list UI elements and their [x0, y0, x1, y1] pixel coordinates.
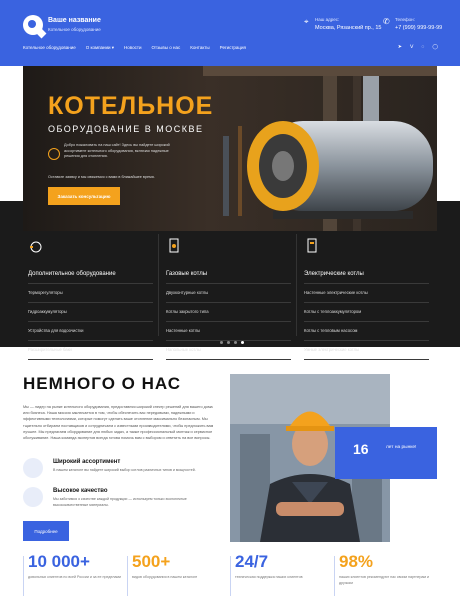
stat-number: 500+	[132, 552, 171, 571]
stat-recommend: 98% наших клиентов рекомендуют нас своим…	[339, 552, 439, 586]
thermostat-icon	[30, 241, 42, 253]
hero-subtitle: ОБОРУДОВАНИЕ В МОСКВЕ	[48, 124, 204, 134]
category-additional: Дополнительное оборудование Терморегулят…	[28, 238, 153, 360]
slider-dot-active[interactable]	[241, 341, 244, 344]
category-item[interactable]: Терморегуляторы	[28, 284, 153, 303]
experience-badge	[335, 427, 437, 479]
category-item[interactable]: Котлы с теплоаккумулятором	[304, 303, 429, 322]
feature-text: Мы заботимся о качестве каждой продукции…	[53, 497, 187, 507]
address-label: Наш адрес:	[315, 17, 340, 22]
nav-item-boilers[interactable]: Котельное оборудование	[23, 45, 76, 51]
hero-description: Добро пожаловать на наш сайт! Здесь вы н…	[64, 143, 170, 158]
category-item[interactable]: Устройства для водоочистки	[28, 322, 153, 341]
whatsapp-icon[interactable]: ◯	[432, 44, 438, 50]
about-text: Мы — лидер на рынке котельного оборудова…	[23, 405, 214, 441]
stat-divider	[230, 556, 231, 596]
logo-icon[interactable]	[23, 15, 43, 35]
quality-icon	[23, 487, 43, 507]
address-value: Москва, Рязанский пр., 15	[315, 25, 382, 31]
main-nav: Котельное оборудование О компании ▾ Ново…	[23, 45, 256, 51]
telegram-icon[interactable]: ➤	[398, 44, 402, 50]
category-item[interactable]: Гидроаккумуляторы	[28, 303, 153, 322]
electric-boiler-icon	[307, 238, 317, 253]
category-electric: Электрические котлы Настенные электричес…	[304, 238, 429, 360]
category-item[interactable]: Умные электрические котлы	[304, 341, 429, 360]
site-name[interactable]: Ваше название	[48, 17, 101, 24]
slider-dot[interactable]	[220, 341, 223, 344]
stat-text: видов оборудования в нашем каталоге	[132, 575, 198, 579]
site-tagline: Котельное оборудование	[48, 27, 101, 32]
category-item[interactable]: Настенные электрические котлы	[304, 284, 429, 303]
hero-note: Оставьте заявку и мы свяжемся с вами в б…	[48, 175, 155, 179]
nav-item-about[interactable]: О компании ▾	[86, 45, 114, 51]
category-item[interactable]: Двухконтурные котлы	[166, 284, 291, 303]
stat-number: 98%	[339, 552, 374, 571]
stat-clients: 10 000+ довольных клиентов по всей Росси…	[28, 552, 128, 581]
category-item[interactable]: Расширительные баки	[28, 341, 153, 360]
about-title: НЕМНОГО О НАС	[23, 374, 181, 393]
stat-text: наших клиентов рекомендуют нас своим пар…	[339, 575, 429, 585]
experience-years: 16	[353, 441, 369, 457]
stat-text: техническая поддержка наших клиентов	[235, 575, 303, 579]
vk-icon[interactable]: ᐯ	[410, 44, 413, 50]
slider-dot[interactable]	[234, 341, 237, 344]
category-title[interactable]: Газовые котлы	[166, 271, 291, 284]
gas-boiler-icon	[169, 238, 179, 253]
social-links: ➤ ᐯ ◌ ◯	[398, 44, 438, 50]
category-item[interactable]: Настенные котлы	[166, 322, 291, 341]
stat-number: 10 000+	[28, 552, 90, 571]
quality-badge-icon	[48, 148, 60, 160]
stat-divider	[23, 556, 24, 596]
category-item[interactable]: Котлы с тепловым насосом	[304, 322, 429, 341]
experience-label: лет на рынке!	[386, 445, 417, 450]
category-item[interactable]: Котлы закрытого типа	[166, 303, 291, 322]
slider-dots	[220, 341, 244, 344]
category-title[interactable]: Электрические котлы	[304, 271, 429, 284]
viber-icon[interactable]: ◌	[421, 44, 424, 50]
feature-title: Высокое качество	[53, 488, 108, 494]
hero-title: КОТЕЛЬНОЕ	[48, 92, 214, 120]
phone-icon: ✆	[383, 17, 390, 26]
category-divider	[158, 234, 159, 336]
phone-number[interactable]: +7 (999) 999-99-99	[395, 25, 442, 31]
nav-item-register[interactable]: Регистрация	[220, 45, 246, 51]
feature-text: В нашем каталоге вы найдете широкий выбо…	[53, 468, 196, 472]
stat-divider	[334, 556, 335, 596]
site-header	[0, 0, 460, 66]
stat-number: 24/7	[235, 552, 269, 571]
feature-title: Широкий ассортимент	[53, 459, 121, 465]
more-button[interactable]: Подробнее	[23, 521, 69, 541]
nav-item-contacts[interactable]: Контакты	[190, 45, 209, 51]
nav-item-news[interactable]: Новости	[124, 45, 141, 51]
stat-divider	[127, 556, 128, 596]
category-title[interactable]: Дополнительное оборудование	[28, 271, 153, 284]
stat-text: довольных клиентов по всей России и за е…	[28, 575, 121, 579]
boiler-icon	[23, 458, 43, 478]
slider-dot[interactable]	[227, 341, 230, 344]
nav-item-reviews[interactable]: Отзывы о нас	[151, 45, 180, 51]
stat-catalog: 500+ видов оборудования в нашем каталоге	[132, 552, 232, 581]
location-pin-icon: ⌖	[304, 17, 309, 26]
phone-label: Телефон:	[395, 17, 415, 22]
stat-support: 24/7 техническая поддержка наших клиенто…	[235, 552, 335, 581]
category-divider	[296, 234, 297, 336]
consultation-button[interactable]: Заказать консультацию	[48, 187, 120, 205]
